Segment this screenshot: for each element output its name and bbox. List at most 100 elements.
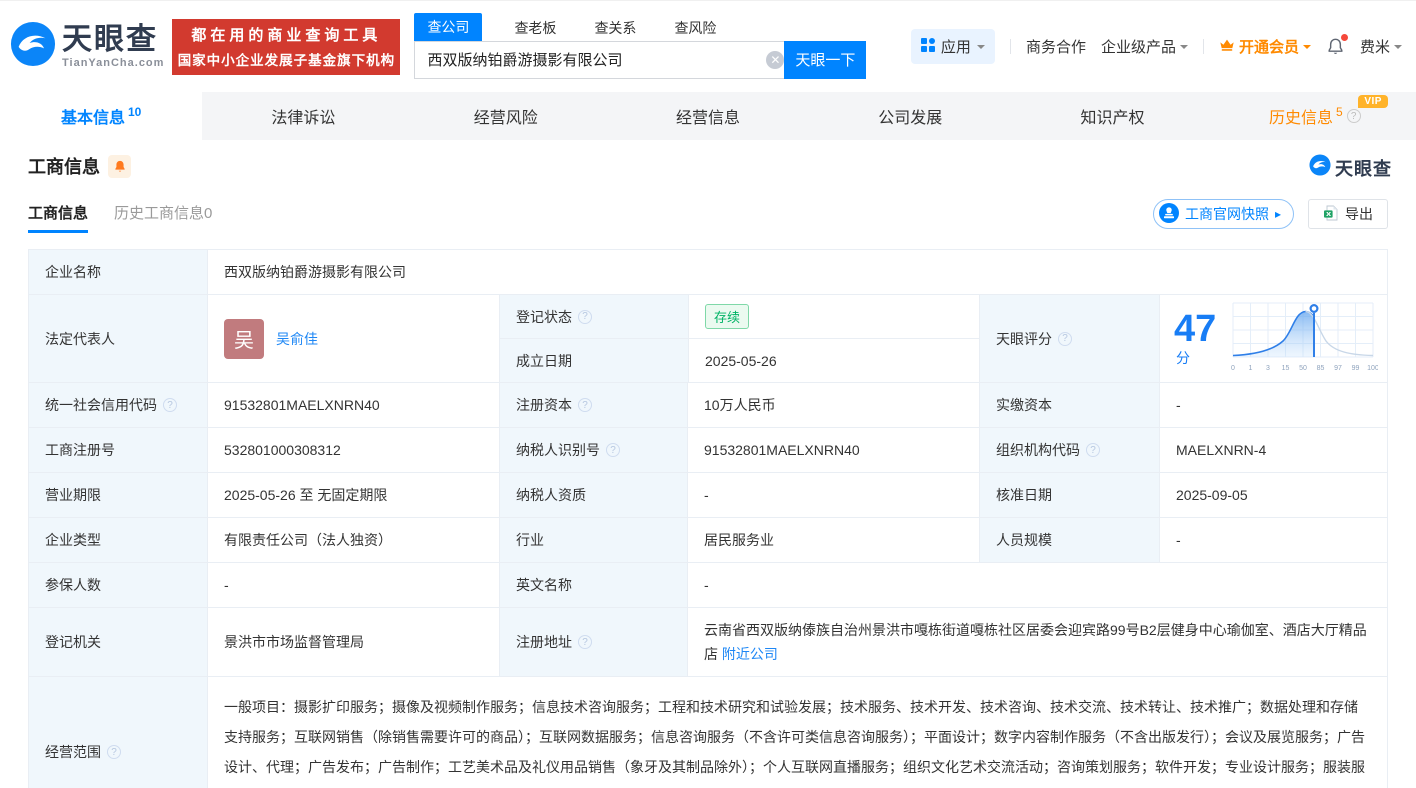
tab-basic-info[interactable]: 基本信息 10 — [0, 92, 202, 140]
table-row-legal-rep: 法定代表人 吴 吴俞佳 登记状态? 存续 成立日期 2025-05-26 天眼评… — [29, 294, 1387, 382]
divider — [1203, 39, 1204, 54]
help-icon[interactable]: ? — [578, 398, 592, 412]
registry-table: 企业名称 西双版纳铂爵游摄影有限公司 法定代表人 吴 吴俞佳 登记状态? 存续 … — [28, 249, 1388, 788]
search-tab-risk[interactable]: 查风险 — [668, 15, 722, 41]
tab-operation-info[interactable]: 经营信息 — [607, 92, 809, 140]
field-label: 纳税人资质 — [516, 485, 586, 505]
table-row-business-term: 营业期限 2025-05-26 至 无固定期限 纳税人资质 - 核准日期 202… — [29, 472, 1387, 517]
svg-text:15: 15 — [1282, 365, 1290, 372]
field-label: 组织机构代码 — [996, 440, 1080, 460]
export-button[interactable]: 导出 — [1308, 199, 1388, 229]
tab-intellectual-property[interactable]: 知识产权 — [1011, 92, 1213, 140]
svg-text:3: 3 — [1266, 365, 1270, 372]
search-area: 查公司 查老板 查关系 查风险 ✕ 天眼一下 — [414, 15, 866, 79]
tab-label: 经营风险 — [474, 104, 538, 128]
insured-count-value: - — [224, 577, 229, 593]
score-distribution-chart: 0 1 3 15 50 85 97 99 100 — [1228, 299, 1378, 378]
field-label: 企业类型 — [45, 530, 101, 550]
table-row-address: 登记机关 景洪市市场监督管理局 注册地址? 云南省西双版纳傣族自治州景洪市嘎栋街… — [29, 607, 1387, 676]
legal-rep-link[interactable]: 吴俞佳 — [276, 329, 318, 349]
tab-label: 历史信息 — [1269, 104, 1333, 128]
field-label: 登记机关 — [45, 632, 101, 652]
tab-label: 基本信息 — [61, 104, 125, 128]
search-tab-relation[interactable]: 查关系 — [588, 15, 642, 41]
table-row-credit-code: 统一社会信用代码? 91532801MAELXNRN40 注册资本? 10万人民… — [29, 382, 1387, 427]
open-vip-link[interactable]: 开通会员 — [1219, 36, 1311, 57]
field-label: 登记状态 — [516, 307, 572, 327]
clear-search-icon[interactable]: ✕ — [766, 51, 784, 69]
field-label: 实缴资本 — [996, 395, 1052, 415]
svg-text:97: 97 — [1334, 365, 1342, 372]
table-row-insured-count: 参保人数 - 英文名称 - — [29, 562, 1387, 607]
status-badge: 存续 — [705, 304, 749, 329]
table-row-company-name: 企业名称 西双版纳铂爵游摄影有限公司 — [29, 250, 1387, 294]
company-nav-tabs: 基本信息 10 法律诉讼 经营风险 经营信息 公司发展 知识产权 VIP 历史信… — [0, 92, 1416, 140]
help-icon[interactable]: ? — [1058, 332, 1072, 346]
reg-number-value: 532801000308312 — [224, 442, 341, 458]
search-button[interactable]: 天眼一下 — [784, 41, 866, 79]
field-label: 注册资本 — [516, 395, 572, 415]
logo-name: 天眼查 — [62, 25, 164, 55]
header: 天眼查 TianYanCha.com 都在用的商业查询工具 国家中小企业发展子基… — [0, 0, 1416, 92]
field-label: 核准日期 — [996, 485, 1052, 505]
tab-history-info[interactable]: VIP 历史信息 5 ? — [1214, 92, 1416, 140]
company-type-value: 有限责任公司（法人独资） — [224, 530, 392, 550]
username: 费米 — [1360, 36, 1390, 57]
credit-code-value: 91532801MAELXNRN40 — [224, 397, 380, 413]
notification-bell-icon[interactable] — [1326, 37, 1345, 57]
company-name-value: 西双版纳铂爵游摄影有限公司 — [224, 262, 406, 282]
help-icon[interactable]: ? — [578, 310, 592, 324]
field-label: 纳税人识别号 — [516, 440, 600, 460]
tab-label: 法律诉讼 — [271, 104, 335, 128]
tianyancha-logo-icon — [1309, 154, 1331, 181]
paid-capital-value: - — [1176, 397, 1181, 413]
search-input[interactable] — [414, 41, 792, 79]
help-icon[interactable]: ? — [1086, 443, 1100, 457]
tab-label: 知识产权 — [1081, 104, 1145, 128]
subtab-history-business-info[interactable]: 历史工商信息0 — [114, 202, 212, 233]
nav-business-cooperation[interactable]: 商务合作 — [1026, 36, 1086, 57]
search-tab-boss[interactable]: 查老板 — [508, 15, 562, 41]
subscribe-bell-icon[interactable] — [108, 155, 131, 178]
staff-size-value: - — [1176, 532, 1181, 548]
field-label: 英文名称 — [516, 575, 572, 595]
score-unit: 分 — [1176, 350, 1190, 366]
help-icon[interactable]: ? — [163, 398, 177, 412]
tab-label: 公司发展 — [878, 104, 942, 128]
help-icon[interactable]: ? — [1347, 109, 1361, 123]
reg-address-value: 云南省西双版纳傣族自治州景洪市嘎栋街道嘎栋社区居委会迎宾路99号B2层健身中心瑜… — [704, 622, 1367, 662]
field-label: 行业 — [516, 530, 544, 550]
help-icon[interactable]: ? — [107, 745, 121, 759]
tab-operation-risk[interactable]: 经营风险 — [405, 92, 607, 140]
field-label: 法定代表人 — [45, 329, 115, 349]
subtab-business-info[interactable]: 工商信息 — [28, 202, 88, 233]
enterprise-label: 企业级产品 — [1101, 36, 1176, 57]
nav-enterprise-products[interactable]: 企业级产品 — [1101, 36, 1188, 57]
help-icon[interactable]: ? — [578, 635, 592, 649]
search-tab-company[interactable]: 查公司 — [414, 13, 482, 41]
approval-date-value: 2025-09-05 — [1176, 487, 1248, 503]
nearby-companies-link[interactable]: 附近公司 — [722, 646, 778, 662]
crown-icon — [1219, 38, 1235, 56]
tab-company-development[interactable]: 公司发展 — [809, 92, 1011, 140]
business-term-value: 2025-05-26 至 无固定期限 — [224, 485, 387, 505]
industry-value: 居民服务业 — [704, 530, 774, 550]
score-value: 47 — [1174, 308, 1216, 350]
field-label: 人员规模 — [996, 530, 1052, 550]
official-snapshot-button[interactable]: 工商官网快照 ▸ — [1153, 199, 1294, 229]
divider — [1010, 39, 1011, 54]
subtab-label: 历史工商信息 — [114, 205, 204, 222]
tianyancha-watermark: 天眼查 — [1309, 154, 1392, 181]
tianyancha-logo[interactable]: 天眼查 TianYanCha.com — [10, 21, 164, 72]
chevron-down-icon — [1394, 45, 1402, 53]
top-navigation: 应用 商务合作 企业级产品 开通会员 费米 — [911, 29, 1402, 64]
excel-icon — [1323, 205, 1339, 224]
status-date-subgrid: 登记状态? 存续 成立日期 2025-05-26 — [499, 295, 979, 382]
apps-menu[interactable]: 应用 — [911, 29, 995, 64]
svg-text:0: 0 — [1231, 365, 1235, 372]
svg-text:85: 85 — [1317, 365, 1325, 372]
help-icon[interactable]: ? — [606, 443, 620, 457]
tab-legal-litigation[interactable]: 法律诉讼 — [202, 92, 404, 140]
user-menu[interactable]: 费米 — [1360, 36, 1402, 57]
slogan-line1: 都在用的商业查询工具 — [191, 24, 381, 45]
